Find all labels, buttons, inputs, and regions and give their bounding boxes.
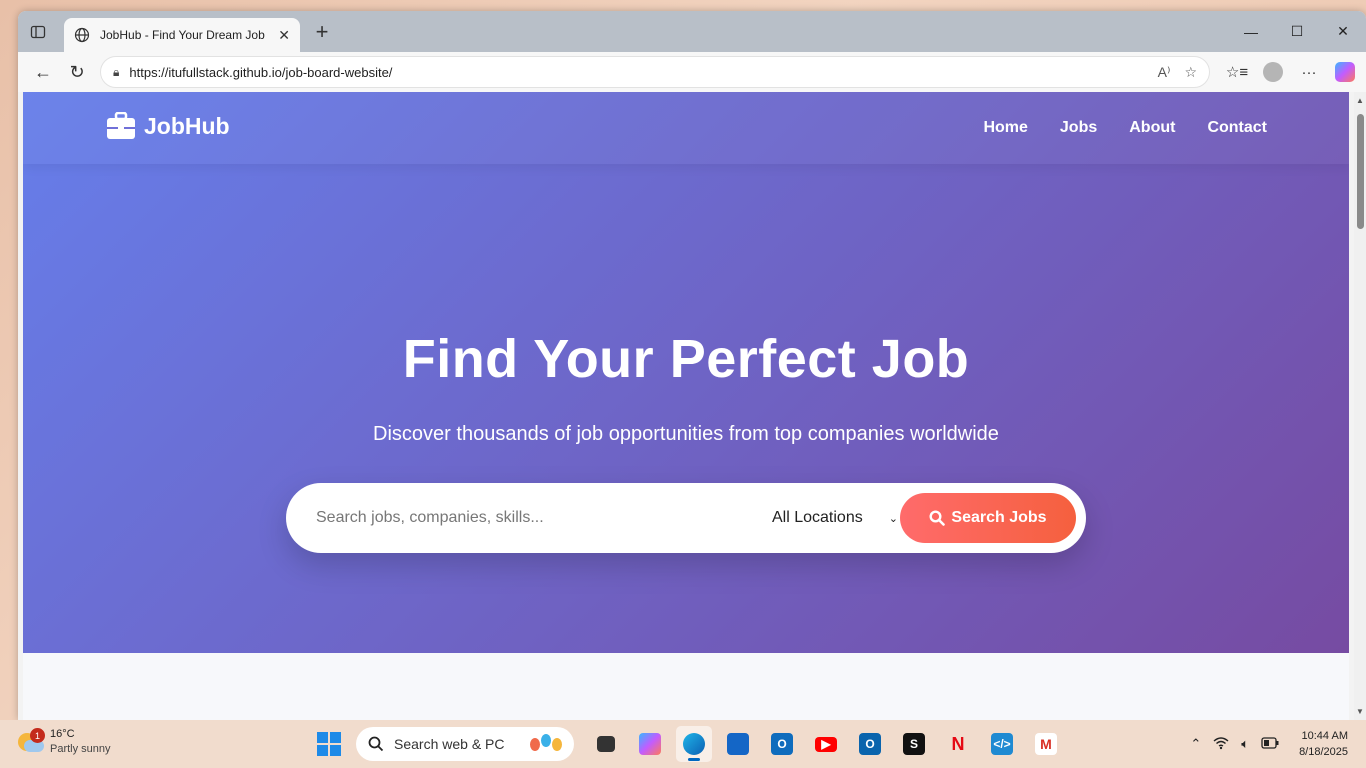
location-selected: All Locations bbox=[772, 509, 863, 526]
new-tab-icon[interactable]: + bbox=[310, 19, 334, 45]
site-navbar: JobHub Home Jobs About Contact bbox=[23, 92, 1349, 164]
page-scrollbar[interactable]: ▲ ▼ bbox=[1354, 92, 1366, 720]
search-icon bbox=[368, 736, 384, 752]
system-tray: ⌃ 🔈︎ 10:44 AM 8/18/2025 bbox=[1190, 728, 1348, 760]
brand-name: JobHub bbox=[144, 112, 230, 139]
taskbar-apps: Search web & PC O ▶ O S N </> M bbox=[316, 726, 1064, 762]
location-select[interactable]: All Locations ⌄ bbox=[772, 509, 898, 527]
browser-window: JobHub - Find Your Dream Job ✕ + — ☐ ✕ ←… bbox=[18, 11, 1366, 720]
close-window-icon[interactable]: ✕ bbox=[1320, 11, 1366, 52]
back-icon[interactable]: ← bbox=[26, 57, 60, 87]
tab-close-icon[interactable]: ✕ bbox=[278, 27, 290, 44]
netflix-icon[interactable]: N bbox=[940, 726, 976, 762]
tab-bar: JobHub - Find Your Dream Job ✕ + — ☐ ✕ bbox=[18, 11, 1366, 52]
taskbar-search[interactable]: Search web & PC bbox=[356, 727, 574, 761]
profile-icon[interactable] bbox=[1258, 57, 1288, 87]
search-jobs-label: Search Jobs bbox=[951, 509, 1047, 526]
weather-temp: 16°C bbox=[50, 728, 75, 740]
wifi-icon[interactable] bbox=[1213, 736, 1229, 753]
clock[interactable]: 10:44 AM 8/18/2025 bbox=[1299, 728, 1348, 760]
gmail-icon[interactable]: M bbox=[1028, 726, 1064, 762]
clock-date: 8/18/2025 bbox=[1299, 746, 1348, 758]
tab-actions-icon bbox=[30, 25, 46, 38]
copilot-icon[interactable] bbox=[1330, 57, 1360, 87]
window-controls: — ☐ ✕ bbox=[1228, 11, 1366, 52]
scroll-thumb[interactable] bbox=[1357, 114, 1364, 229]
refresh-icon[interactable]: ↻ bbox=[60, 57, 94, 87]
chevron-up-icon[interactable]: ⌃ bbox=[1190, 736, 1201, 752]
tab-title: JobHub - Find Your Dream Job bbox=[100, 28, 265, 42]
scroll-up-icon[interactable]: ▲ bbox=[1356, 96, 1364, 105]
nav-about[interactable]: About bbox=[1129, 119, 1175, 137]
tab-active[interactable]: JobHub - Find Your Dream Job ✕ bbox=[64, 18, 300, 52]
search-icon bbox=[929, 510, 946, 526]
clock-time: 10:44 AM bbox=[1301, 730, 1348, 742]
weather-desc: Partly sunny bbox=[50, 743, 111, 755]
chevron-down-icon: ⌄ bbox=[888, 512, 898, 525]
lock-icon[interactable]: 🔒︎ bbox=[113, 65, 119, 80]
windows-start-icon[interactable] bbox=[316, 731, 342, 757]
tab-actions-button[interactable] bbox=[18, 11, 58, 52]
hero-section: JobHub Home Jobs About Contact Find Your… bbox=[23, 92, 1349, 653]
youtube-icon[interactable]: ▶ bbox=[808, 726, 844, 762]
partly-sunny-icon: 1 bbox=[18, 728, 45, 754]
vscode-icon[interactable]: </> bbox=[984, 726, 1020, 762]
job-search-bar: All Locations ⌄ Search Jobs bbox=[286, 483, 1086, 553]
taskbar: 1 16°C Partly sunny Search web & PC O ▶ … bbox=[0, 720, 1366, 768]
search-jobs-button[interactable]: Search Jobs bbox=[900, 493, 1076, 543]
site-nav: Home Jobs About Contact bbox=[983, 119, 1267, 137]
globe-icon bbox=[74, 27, 90, 43]
nav-home[interactable]: Home bbox=[983, 119, 1027, 137]
toolbar-right: ☆≡ ··· bbox=[1222, 57, 1360, 87]
briefcase-icon bbox=[107, 112, 135, 139]
copilot-app-icon[interactable] bbox=[632, 726, 668, 762]
volume-icon[interactable]: 🔈︎ bbox=[1241, 736, 1249, 752]
hero-title: Find Your Perfect Job bbox=[402, 329, 970, 389]
nav-contact[interactable]: Contact bbox=[1207, 119, 1267, 137]
maximize-icon[interactable]: ☐ bbox=[1274, 11, 1320, 52]
balloons-icon bbox=[530, 733, 562, 751]
battery-icon[interactable] bbox=[1261, 736, 1279, 752]
url-text[interactable]: https://itufullstack.github.io/job-board… bbox=[129, 65, 1143, 80]
scroll-down-icon[interactable]: ▼ bbox=[1356, 707, 1364, 716]
hero-subtitle: Discover thousands of job opportunities … bbox=[373, 423, 999, 445]
weather-badge: 1 bbox=[30, 728, 45, 743]
s-app-icon[interactable]: S bbox=[896, 726, 932, 762]
weather-widget[interactable]: 1 16°C Partly sunny bbox=[18, 727, 111, 757]
outlook-icon[interactable]: O bbox=[764, 726, 800, 762]
favorite-star-icon[interactable]: ☆ bbox=[1184, 64, 1197, 81]
store-icon[interactable] bbox=[720, 726, 756, 762]
job-search-input[interactable] bbox=[316, 509, 772, 527]
more-menu-icon[interactable]: ··· bbox=[1294, 57, 1324, 87]
minimize-icon[interactable]: — bbox=[1228, 11, 1274, 52]
task-view-icon[interactable] bbox=[588, 726, 624, 762]
address-bar[interactable]: 🔒︎ https://itufullstack.github.io/job-bo… bbox=[100, 56, 1210, 88]
web-page: JobHub Home Jobs About Contact Find Your… bbox=[23, 92, 1349, 720]
favorites-icon[interactable]: ☆≡ bbox=[1222, 57, 1252, 87]
nav-jobs[interactable]: Jobs bbox=[1060, 119, 1097, 137]
site-brand[interactable]: JobHub bbox=[106, 112, 230, 140]
taskbar-search-text: Search web & PC bbox=[394, 736, 505, 752]
edge-browser-icon[interactable] bbox=[676, 726, 712, 762]
outlook-classic-icon[interactable]: O bbox=[852, 726, 888, 762]
read-aloud-icon[interactable]: A⁾ bbox=[1158, 64, 1171, 81]
browser-toolbar: ← ↻ 🔒︎ https://itufullstack.github.io/jo… bbox=[18, 52, 1366, 92]
